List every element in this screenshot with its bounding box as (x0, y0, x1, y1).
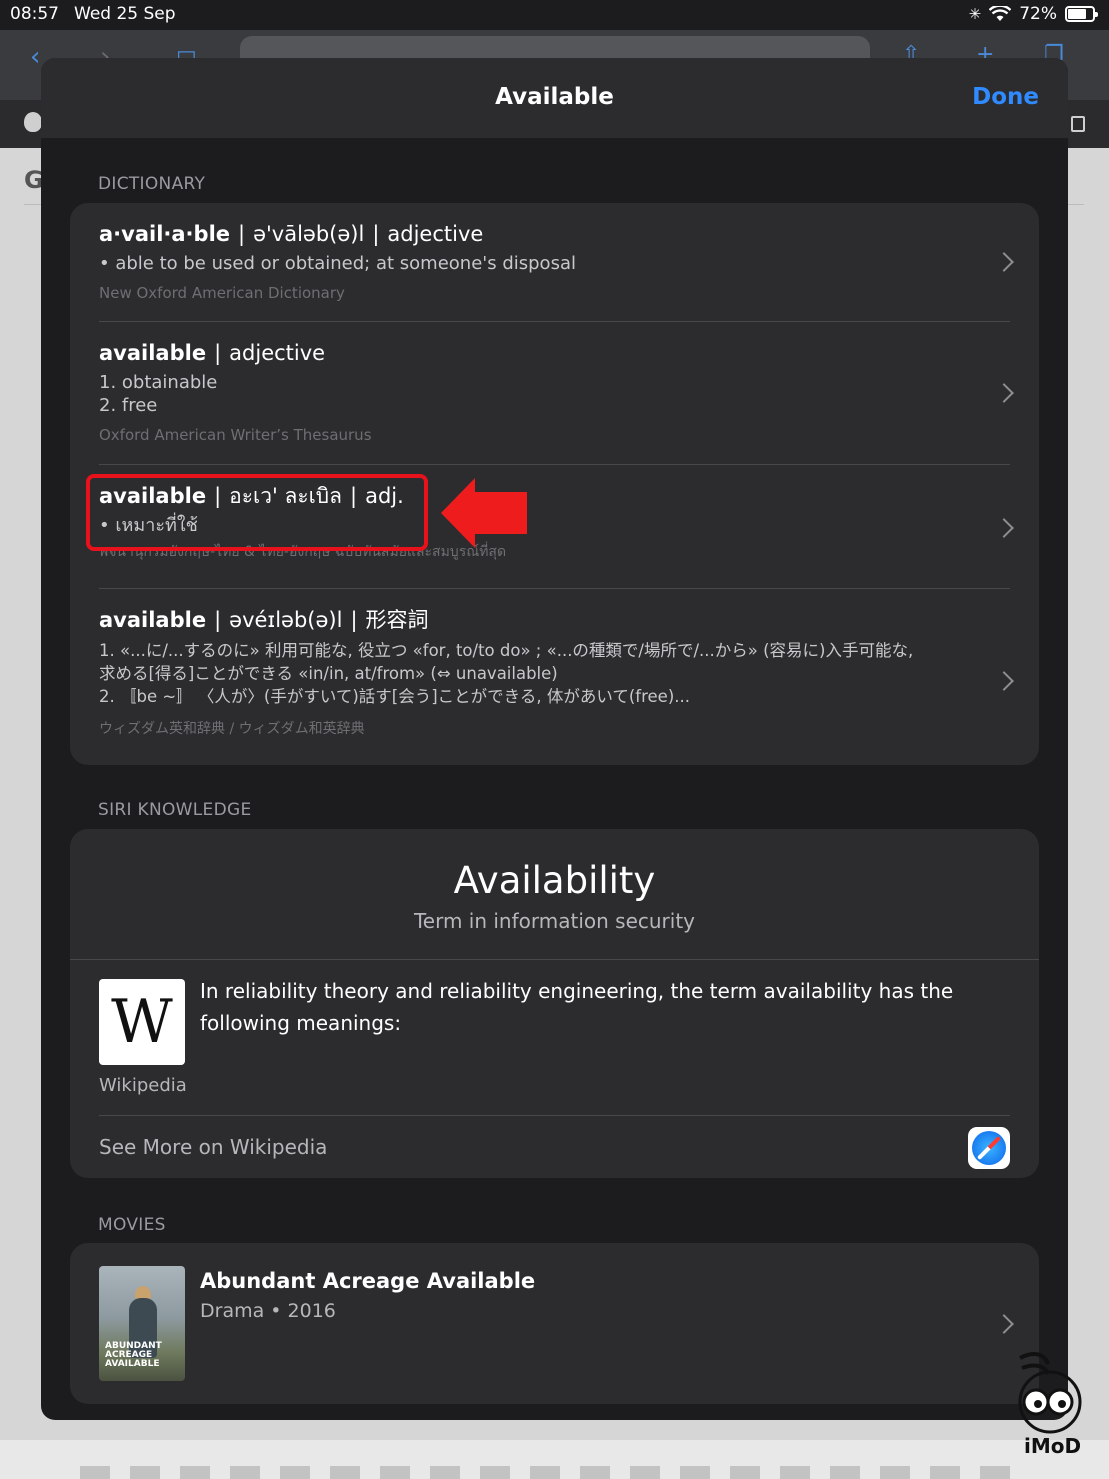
status-date: Wed 25 Sep (74, 4, 176, 24)
entry-source: New Oxford American Dictionary (99, 284, 345, 302)
entry-part-of-speech: 形容詞 (365, 608, 429, 632)
see-more-wikipedia-link[interactable]: See More on Wikipedia (99, 1135, 327, 1159)
background-page-bottom (0, 1440, 1109, 1479)
annotation-highlight-box (86, 474, 428, 551)
movie-poster-image: ABUNDANT ACREAGE AVAILABLE (99, 1266, 185, 1381)
movies-section-label: MOVIES (98, 1215, 166, 1235)
activity-spinner-icon: ✳ (968, 5, 982, 23)
annotation-arrow-icon (441, 478, 527, 548)
entry-definition: 求める[得る]ことができる «in/in, at/from» (⇔ unavai… (99, 664, 558, 683)
chevron-right-icon (994, 671, 1014, 691)
entry-part-of-speech: adjective (387, 222, 484, 246)
entry-word: available (99, 341, 207, 365)
knowledge-divider (70, 959, 1039, 960)
dictionary-section-label: DICTIONARY (98, 174, 206, 194)
entry-headline: a·vail·a·ble | ə'vāləb(ə)l | adjective (99, 222, 484, 246)
chevron-right-icon (994, 252, 1014, 272)
entry-definition: 2. 〚be ~〛 〈人が〉(手がすいて)話す[会う]ことができる, 体があいて… (99, 687, 690, 706)
shopping-bag-icon[interactable] (1071, 116, 1085, 132)
knowledge-title: Availability (453, 859, 656, 902)
chevron-right-icon (994, 1314, 1014, 1334)
movie-meta: Drama • 2016 (200, 1300, 336, 1322)
back-icon[interactable]: ‹ (30, 42, 40, 72)
row-divider (99, 1115, 1010, 1116)
poster-title: ABUNDANT ACREAGE AVAILABLE (105, 1341, 162, 1369)
wifi-icon (989, 6, 1012, 21)
sheet-header: Available Done (41, 58, 1068, 138)
imod-watermark: iMoD (1010, 1350, 1090, 1460)
safari-compass-icon[interactable] (968, 1127, 1010, 1169)
status-time: 08:57 (10, 4, 59, 24)
siri-section-label: SIRI KNOWLEDGE (98, 800, 252, 820)
entry-definition: 1. obtainable (99, 372, 218, 393)
wikipedia-label: Wikipedia (99, 1075, 187, 1096)
apple-logo-icon[interactable] (24, 112, 42, 132)
entry-source: Oxford American Writer’s Thesaurus (99, 426, 372, 444)
movie-title: Abundant Acreage Available (200, 1269, 536, 1293)
entry-pronunciation: ə'vāləb(ə)l (253, 222, 365, 246)
entry-word: available (99, 608, 207, 632)
chevron-right-icon (994, 518, 1014, 538)
dictionary-entry[interactable]: a·vail·a·ble | ə'vāləb(ə)l | adjective • abl… (70, 203, 1039, 321)
siri-knowledge-card: Availability Term in information securit… (70, 829, 1039, 1178)
done-button[interactable]: Done (972, 84, 1039, 110)
sheet-title: Available (495, 84, 614, 110)
entry-headline: available | əvéɪləb(ə)l | 形容詞 (99, 608, 429, 632)
dictionary-entry[interactable]: available | adjective 1. obtainable 2. fre… (70, 322, 1039, 464)
knowledge-subtitle: Term in information security (413, 909, 696, 933)
imod-mascot-icon (1018, 1352, 1082, 1434)
movie-item[interactable]: ABUNDANT ACREAGE AVAILABLE Abundant Acre… (70, 1243, 1039, 1404)
entry-definition: 1. «...に/...するのに» 利用可能な, 役立つ «for, to/to… (99, 641, 914, 660)
lookup-sheet: Available Done DICTIONARY a·vail·a·ble | ə… (41, 58, 1068, 1420)
battery-percent: 72% (1019, 4, 1057, 24)
entry-pronunciation: əvéɪləb(ə)l (229, 608, 343, 632)
entry-part-of-speech: adjective (229, 341, 326, 365)
status-bar: 08:57 Wed 25 Sep ✳ 72% (0, 0, 1109, 30)
entry-definition: • able to be used or obtained; at someon… (99, 253, 576, 274)
imod-watermark-text: iMoD (1024, 1434, 1082, 1458)
knowledge-summary: In reliability theory and reliability en… (200, 979, 954, 1035)
entry-headline: available | adjective (99, 341, 326, 365)
chevron-right-icon (994, 383, 1014, 403)
entry-definition: 2. free (99, 395, 158, 416)
battery-icon (1065, 6, 1098, 22)
entry-word: a·vail·a·ble (99, 222, 231, 246)
dictionary-entry[interactable]: available | əvéɪləb(ə)l | 形容詞 1. «...に/...する… (70, 589, 1039, 765)
entry-source: ウィズダム英和辞典 / ウィズダム和英辞典 (99, 721, 365, 737)
status-indicators: ✳ 72% (968, 4, 1098, 24)
wikipedia-logo-icon: W (99, 979, 185, 1065)
